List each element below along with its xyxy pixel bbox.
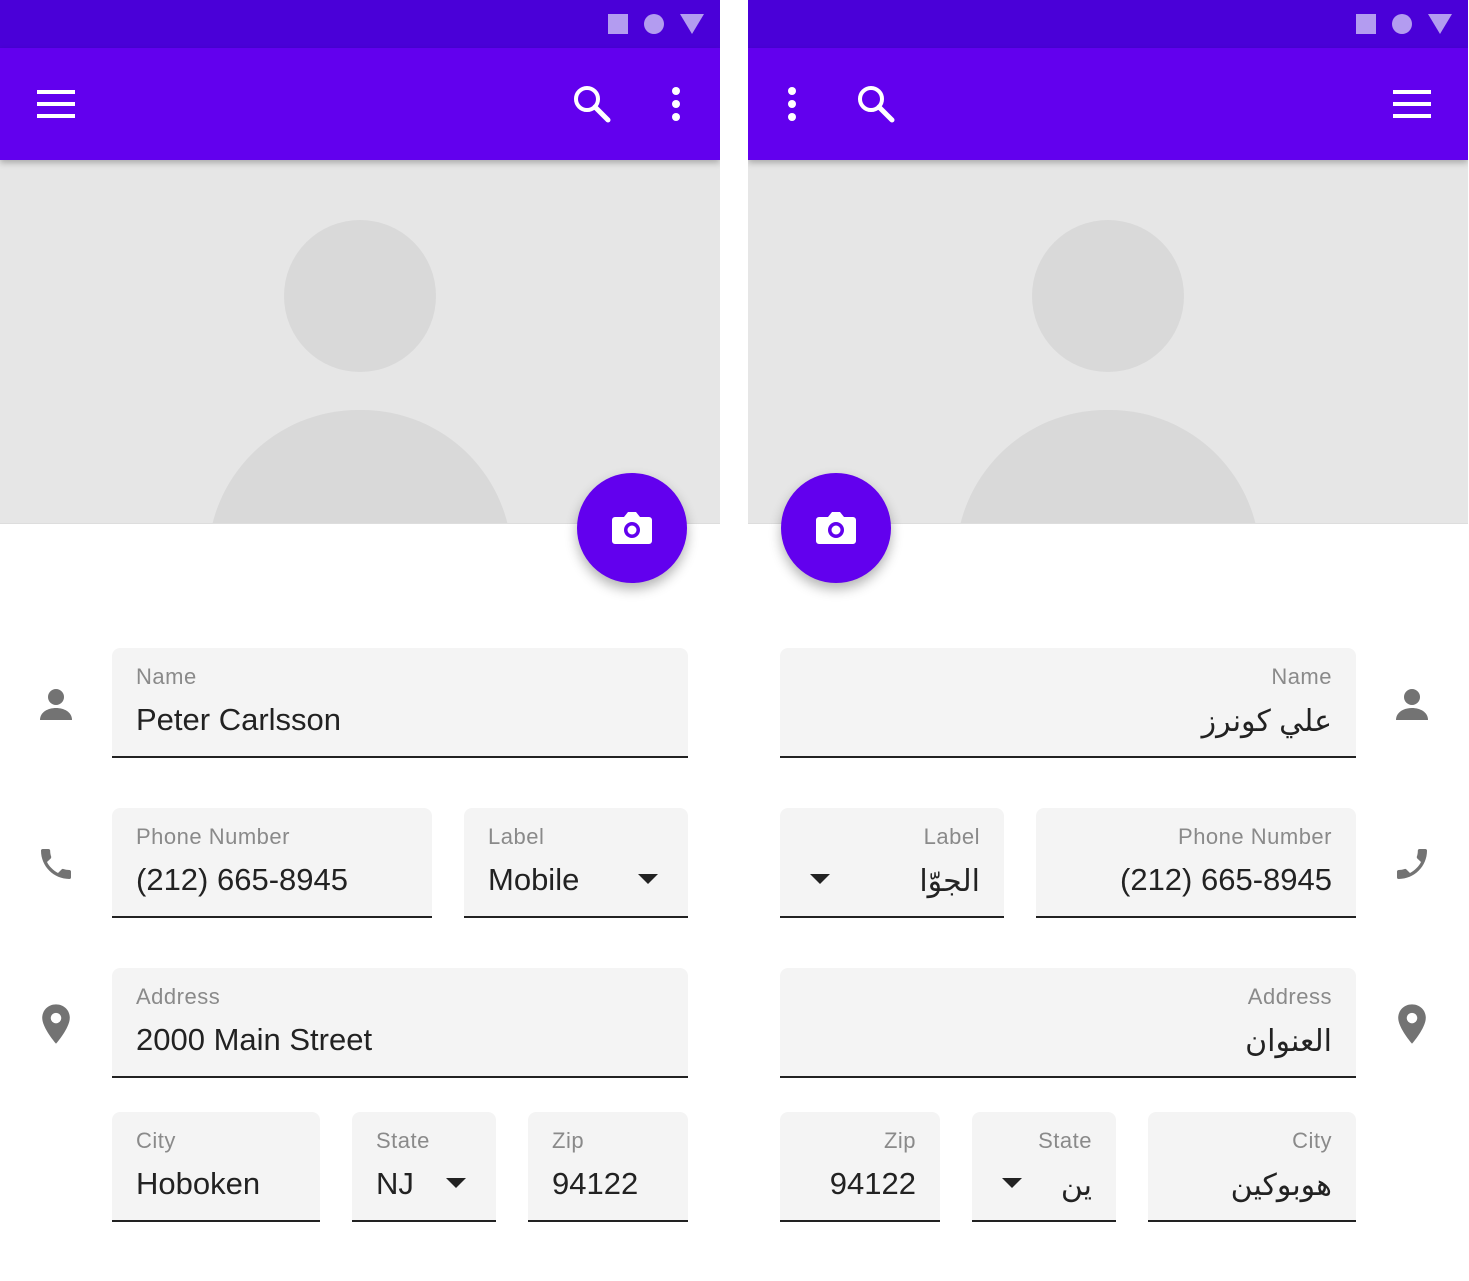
camera-icon — [816, 512, 856, 544]
city-label: City — [136, 1128, 176, 1153]
location-pin-icon — [1388, 1000, 1436, 1048]
dropdown-arrow-icon — [810, 874, 830, 884]
state-value: ين — [1060, 1169, 1092, 1202]
phone-rtl: Name علي كونرز Label الجوّا Phone Number… — [748, 0, 1468, 1281]
state-value: NJ — [376, 1166, 414, 1201]
more-vert-icon[interactable] — [656, 84, 696, 124]
city-value: هوبوكين — [1230, 1169, 1332, 1202]
name-label: Name — [1271, 664, 1332, 689]
person-icon — [1388, 680, 1436, 728]
status-bar — [748, 0, 1468, 48]
phone-label-label: Label — [488, 824, 545, 849]
top-app-bar — [0, 48, 720, 160]
name-value: Peter Carlsson — [136, 702, 342, 737]
avatar-head-shape — [1032, 220, 1184, 372]
address-label: Address — [136, 984, 221, 1009]
name-label: Name — [136, 664, 197, 689]
state-label: State — [1038, 1128, 1092, 1153]
camera-button[interactable] — [577, 473, 687, 583]
city-field[interactable]: City Hoboken — [112, 1112, 320, 1222]
avatar-body-shape — [956, 410, 1260, 523]
address-field[interactable]: Address العنوان — [780, 968, 1356, 1078]
location-pin-icon — [32, 1000, 80, 1048]
square-icon — [1356, 14, 1376, 34]
menu-icon[interactable] — [36, 84, 76, 124]
zip-label: Zip — [552, 1128, 585, 1153]
zip-value: 94122 — [829, 1166, 916, 1201]
state-dropdown[interactable]: State NJ — [352, 1112, 496, 1222]
state-label: State — [376, 1128, 430, 1153]
zip-label: Zip — [883, 1128, 916, 1153]
phone-number-field[interactable]: Phone Number (212) 665-8945 — [1036, 808, 1356, 918]
phone-label-dropdown[interactable]: Label الجوّا — [780, 808, 1004, 918]
name-field[interactable]: Name علي كونرز — [780, 648, 1356, 758]
profile-photo-placeholder — [748, 160, 1468, 524]
profile-photo-placeholder — [0, 160, 720, 524]
square-icon — [608, 14, 628, 34]
avatar-body-shape — [208, 410, 512, 523]
phone-ltr: Name Peter Carlsson Phone Number (212) 6… — [0, 0, 720, 1281]
address-field[interactable]: Address 2000 Main Street — [112, 968, 688, 1078]
circle-icon — [644, 14, 664, 34]
zip-field[interactable]: Zip 94122 — [780, 1112, 940, 1222]
phone-number-value: (212) 665-8945 — [136, 862, 348, 897]
zip-value: 94122 — [552, 1166, 639, 1201]
search-icon[interactable] — [856, 84, 896, 124]
phone-icon — [32, 840, 80, 888]
dropdown-arrow-icon — [1002, 1178, 1022, 1188]
person-icon — [32, 680, 80, 728]
address-value: العنوان — [1245, 1025, 1332, 1058]
city-value: Hoboken — [136, 1166, 261, 1201]
triangle-icon — [680, 14, 704, 34]
name-field[interactable]: Name Peter Carlsson — [112, 648, 688, 758]
more-vert-icon[interactable] — [772, 84, 812, 124]
state-dropdown[interactable]: State ين — [972, 1112, 1116, 1222]
status-bar — [0, 0, 720, 48]
top-app-bar — [748, 48, 1468, 160]
phone-number-field[interactable]: Phone Number (212) 665-8945 — [112, 808, 432, 918]
zip-field[interactable]: Zip 94122 — [528, 1112, 688, 1222]
camera-button[interactable] — [781, 473, 891, 583]
phone-label-label: Label — [923, 824, 980, 849]
city-field[interactable]: City هوبوكين — [1148, 1112, 1356, 1222]
city-label: City — [1292, 1128, 1332, 1153]
dropdown-arrow-icon — [638, 874, 658, 884]
phone-label-value: Mobile — [488, 862, 580, 897]
phone-label-value: الجوّا — [919, 865, 980, 898]
menu-icon[interactable] — [1392, 84, 1432, 124]
phone-label-dropdown[interactable]: Label Mobile — [464, 808, 688, 918]
address-label: Address — [1247, 984, 1332, 1009]
triangle-icon — [1428, 14, 1452, 34]
phone-icon — [1388, 840, 1436, 888]
avatar-head-shape — [284, 220, 436, 372]
phone-number-label: Phone Number — [1178, 824, 1332, 849]
dropdown-arrow-icon — [446, 1178, 466, 1188]
address-value: 2000 Main Street — [136, 1022, 373, 1057]
name-value: علي كونرز — [1201, 705, 1332, 738]
camera-icon — [612, 512, 652, 544]
phone-number-label: Phone Number — [136, 824, 290, 849]
phone-number-value: (212) 665-8945 — [1120, 862, 1332, 897]
search-icon[interactable] — [572, 84, 612, 124]
circle-icon — [1392, 14, 1412, 34]
